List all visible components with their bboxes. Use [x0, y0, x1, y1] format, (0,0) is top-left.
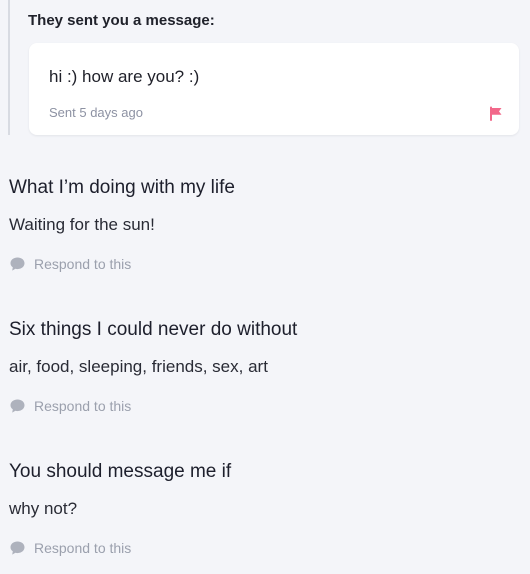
- speech-bubble-icon: [10, 399, 25, 413]
- message-heading: They sent you a message:: [28, 12, 215, 29]
- respond-label: Respond to this: [34, 540, 132, 556]
- message-timestamp: Sent 5 days ago: [49, 105, 143, 120]
- section-title: You should message me if: [9, 461, 232, 482]
- message-text: hi :) how are you? :): [49, 67, 200, 86]
- message-block: They sent you a message: hi :) how are y…: [8, 0, 530, 135]
- essay-section-life: What I’m doing with my life Waiting for …: [9, 175, 509, 273]
- speech-bubble-icon: [10, 257, 25, 271]
- section-answer: air, food, sleeping, friends, sex, art: [9, 357, 268, 376]
- message-card: hi :) how are you? :) Sent 5 days ago: [29, 43, 519, 135]
- report-flag-button[interactable]: [488, 105, 504, 121]
- section-title: Six things I could never do without: [9, 319, 298, 340]
- essay-section-six-things: Six things I could never do without air,…: [9, 317, 509, 415]
- respond-button[interactable]: Respond to this: [9, 255, 509, 273]
- section-answer: why not?: [9, 499, 78, 518]
- respond-button[interactable]: Respond to this: [9, 539, 509, 557]
- section-title: What I’m doing with my life: [9, 177, 235, 198]
- essay-section-message-me-if: You should message me if why not? Respon…: [9, 459, 509, 557]
- respond-label: Respond to this: [34, 398, 132, 414]
- respond-label: Respond to this: [34, 256, 132, 272]
- section-answer: Waiting for the sun!: [9, 215, 155, 234]
- respond-button[interactable]: Respond to this: [9, 397, 509, 415]
- speech-bubble-icon: [10, 541, 25, 555]
- flag-icon: [490, 106, 502, 121]
